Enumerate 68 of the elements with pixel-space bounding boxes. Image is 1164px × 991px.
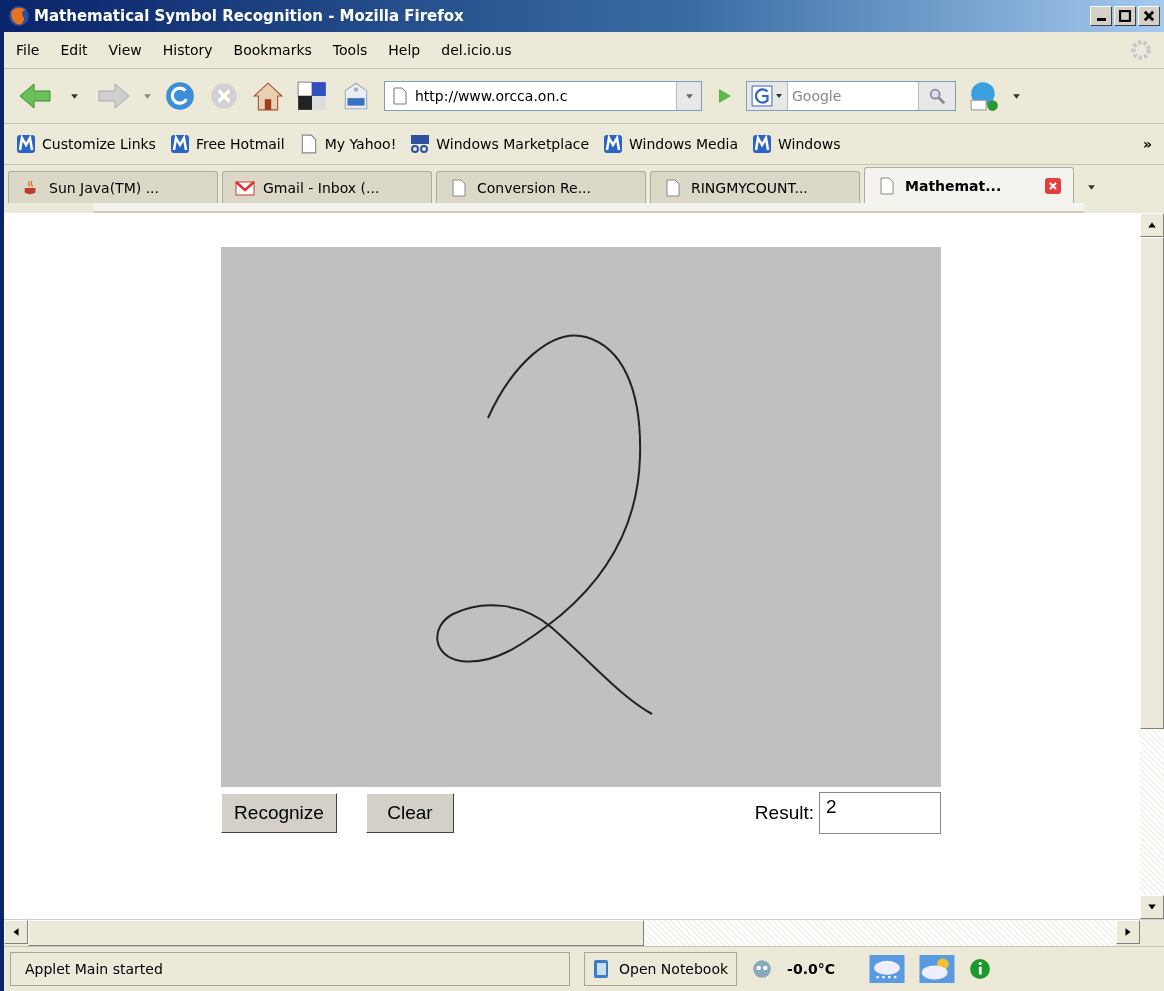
page-icon xyxy=(663,178,683,197)
url-field[interactable]: http://www.orcca.on.c xyxy=(384,81,702,111)
dropdown-arrow-icon[interactable] xyxy=(1012,91,1021,101)
caret-icon[interactable] xyxy=(1086,182,1096,192)
minimize-icon xyxy=(1096,18,1106,21)
search-icon[interactable] xyxy=(928,87,946,105)
notebook-button[interactable]: Open Notebook xyxy=(584,952,738,986)
maximize-button[interactable] xyxy=(1114,6,1136,26)
face-icon[interactable] xyxy=(751,958,774,980)
menu-item[interactable]: Tools xyxy=(332,42,368,58)
right-arrow-icon[interactable] xyxy=(1123,927,1133,937)
down-arrow-icon[interactable] xyxy=(1147,902,1157,912)
page-icon xyxy=(393,87,407,105)
applet-button[interactable]: Clear xyxy=(366,793,454,833)
menu-item[interactable]: History xyxy=(162,42,213,58)
browser-tab[interactable]: RINGMYCOUNT... xyxy=(650,171,860,203)
reload-icon[interactable] xyxy=(164,80,196,112)
window-title: Mathematical Symbol Recognition - Mozilla Firefox xyxy=(34,7,465,25)
cloud-icon[interactable] xyxy=(919,955,955,983)
close-icon xyxy=(1141,9,1157,23)
browser-tab[interactable]: Sun Java(TM) ... xyxy=(8,171,218,203)
activity-icon xyxy=(1130,39,1152,61)
search-field[interactable]: Google xyxy=(746,81,956,111)
dropdown-arrow-icon[interactable] xyxy=(684,91,694,101)
left-arrow-icon[interactable] xyxy=(11,927,21,937)
menu-item[interactable]: View xyxy=(108,42,142,58)
dropdown-arrow-icon[interactable] xyxy=(70,91,79,101)
minimize-button[interactable] xyxy=(1090,6,1112,26)
browser-tab[interactable]: Gmail - Inbox (... xyxy=(222,171,432,203)
bookmark-link[interactable]: Windows Media xyxy=(603,134,739,154)
close-button[interactable] xyxy=(1138,6,1160,26)
status-text: Applet Main started xyxy=(10,952,570,986)
page-icon xyxy=(877,176,897,195)
close-icon[interactable] xyxy=(1045,177,1061,194)
menu-item[interactable]: Edit xyxy=(60,42,88,58)
m-logo-icon xyxy=(16,134,36,154)
bookmark-link[interactable]: Windows Marketplace xyxy=(410,134,590,154)
menu-item[interactable]: del.icio.us xyxy=(441,42,512,58)
home-icon[interactable] xyxy=(252,80,284,112)
snow-cloud-icon[interactable] xyxy=(869,955,905,983)
menu-item[interactable]: Help xyxy=(388,42,421,58)
result-field[interactable]: 2 xyxy=(819,792,941,834)
result-label: Result: xyxy=(754,802,814,824)
bookmark-link[interactable]: Customize Links xyxy=(16,134,156,154)
maximize-icon xyxy=(1117,9,1133,23)
globe-icon xyxy=(8,5,30,27)
grid-icon[interactable] xyxy=(296,80,328,112)
temperature-reading: -0.0°C xyxy=(787,961,835,977)
up-arrow-icon[interactable] xyxy=(1147,220,1157,230)
horizontal-scrollbar[interactable] xyxy=(4,919,1164,946)
page-icon xyxy=(449,178,469,197)
applet-button[interactable]: Recognize xyxy=(221,793,337,833)
m-logo-icon xyxy=(169,134,190,154)
m-logo-icon xyxy=(603,134,624,154)
dropdown-arrow-icon[interactable] xyxy=(775,92,783,100)
vertical-scrollbar[interactable] xyxy=(1140,213,1164,919)
m-logo-icon xyxy=(752,134,773,154)
menu-item[interactable]: Bookmarks xyxy=(233,42,312,58)
overflow-chevron[interactable]: » xyxy=(1142,136,1152,152)
envelope-icon xyxy=(235,178,255,197)
browser-tab[interactable]: Conversion Re... xyxy=(436,171,646,203)
browser-tab[interactable]: Mathemat... xyxy=(864,167,1074,203)
info-icon[interactable] xyxy=(969,958,991,980)
bookmark-link[interactable]: Free Hotmail xyxy=(169,134,285,154)
bookmark-link[interactable]: Windows xyxy=(752,134,841,154)
menu-item[interactable]: File xyxy=(16,42,40,58)
bookmark-link[interactable]: My Yahoo! xyxy=(298,134,397,154)
notebook-icon xyxy=(593,959,609,979)
